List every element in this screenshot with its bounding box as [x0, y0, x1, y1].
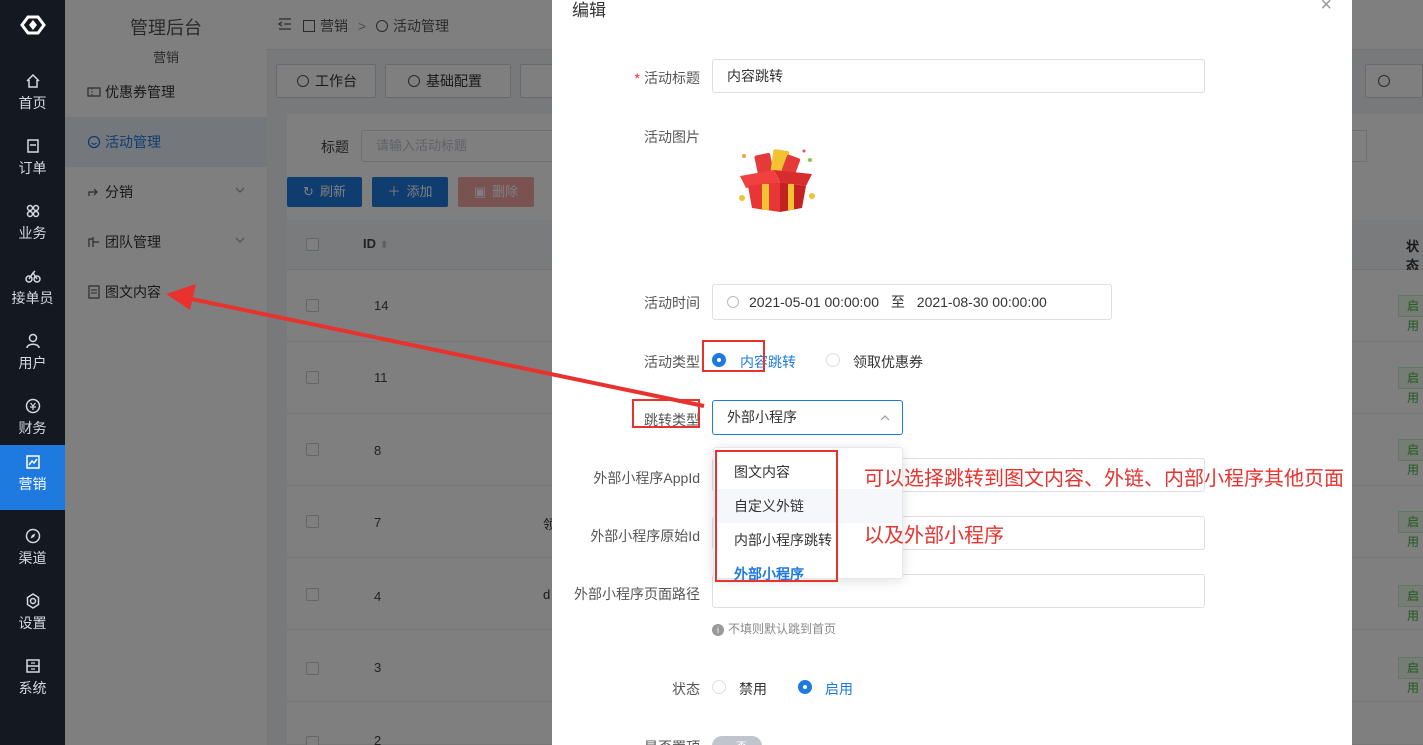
- annotation-arrow: [166, 284, 705, 408]
- annotation-text: 可以选择跳转到图文内容、外链、内部小程序其他页面: [864, 468, 1344, 490]
- annotation-text: 以及外部小程序: [864, 525, 1004, 547]
